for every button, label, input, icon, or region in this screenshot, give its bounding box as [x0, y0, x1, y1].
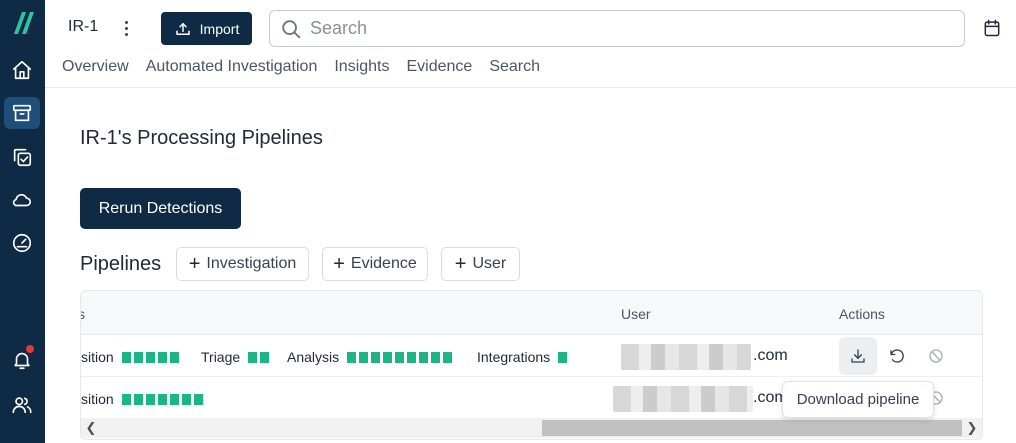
plus-icon: +: [188, 253, 201, 275]
stage-triage: Triage: [201, 349, 270, 365]
logo-icon[interactable]: [8, 8, 38, 38]
search-icon: [282, 19, 301, 38]
header-stages: s: [81, 306, 85, 322]
scroll-left-icon[interactable]: ❮: [83, 420, 99, 436]
sidebar: [0, 0, 45, 443]
stage-progress: [121, 393, 203, 405]
stage-progress: [347, 351, 453, 363]
add-investigation-label: Investigation: [206, 255, 297, 272]
user-domain: .com: [753, 347, 788, 364]
page-title: IR-1's Processing Pipelines: [80, 127, 323, 149]
rerun-detections-button[interactable]: Rerun Detections: [80, 188, 241, 229]
tab-automated-investigation[interactable]: Automated Investigation: [146, 58, 318, 76]
import-label: Import: [199, 20, 240, 37]
bell-icon[interactable]: [4, 344, 40, 376]
plus-icon: +: [333, 253, 345, 275]
pipelines-heading: Pipelines: [80, 253, 162, 275]
cancel-icon[interactable]: [917, 337, 955, 375]
divider: [45, 87, 1016, 88]
tab-insights[interactable]: Insights: [334, 58, 389, 76]
add-investigation-button[interactable]: + Investigation: [176, 247, 309, 281]
case-id: IR-1: [68, 18, 99, 35]
plus-icon: +: [454, 253, 467, 275]
table-row[interactable]: sition Triage Analysis Integrations .com: [81, 335, 982, 377]
horizontal-scrollbar[interactable]: ❮ ❯: [81, 418, 982, 438]
tab-overview[interactable]: Overview: [62, 58, 129, 76]
header-user: User: [621, 306, 651, 322]
stage-acquisition: sition: [81, 391, 203, 407]
header-actions: Actions: [839, 306, 885, 322]
download-pipeline-tooltip: Download pipeline: [782, 381, 934, 418]
add-user-label: User: [472, 255, 507, 272]
stage-acquisition: sition: [81, 349, 179, 365]
home-icon[interactable]: [4, 54, 40, 86]
add-user-button[interactable]: + User: [441, 247, 520, 281]
stage-label: Analysis: [287, 349, 340, 365]
stage-progress: [121, 351, 179, 363]
scroll-right-icon[interactable]: ❯: [964, 420, 980, 436]
stage-label: Triage: [201, 349, 241, 365]
stage-label: sition: [81, 391, 114, 407]
stage-analysis: Analysis: [287, 349, 453, 365]
import-button[interactable]: Import: [161, 12, 252, 45]
tab-search[interactable]: Search: [489, 58, 540, 76]
scrollbar-thumb[interactable]: [542, 420, 962, 436]
rerun-icon[interactable]: [878, 337, 916, 375]
upload-icon: [175, 22, 190, 35]
stage-progress: [558, 351, 568, 363]
redacted-user: [613, 386, 753, 412]
calendar-icon[interactable]: [982, 18, 1002, 38]
stage-label: Integrations: [477, 349, 551, 365]
tab-evidence[interactable]: Evidence: [407, 58, 473, 76]
tab-bar: Overview Automated Investigation Insight…: [62, 58, 540, 76]
archive-icon[interactable]: [4, 97, 40, 129]
add-evidence-button[interactable]: + Evidence: [322, 247, 428, 281]
cloud-icon[interactable]: [4, 184, 40, 216]
stage-integrations: Integrations: [477, 349, 568, 365]
add-evidence-label: Evidence: [350, 255, 417, 272]
notification-badge: [26, 345, 34, 353]
search-box[interactable]: [269, 10, 965, 47]
copy-check-icon[interactable]: [4, 141, 40, 173]
users-icon[interactable]: [4, 389, 40, 421]
stage-label: sition: [81, 349, 114, 365]
stage-progress: [248, 351, 270, 363]
redacted-user: [621, 344, 751, 370]
table-header: s User Actions: [81, 291, 982, 335]
more-options-icon[interactable]: [118, 16, 134, 40]
download-icon[interactable]: [839, 337, 877, 375]
gauge-icon[interactable]: [4, 227, 40, 259]
search-input[interactable]: [310, 18, 910, 39]
